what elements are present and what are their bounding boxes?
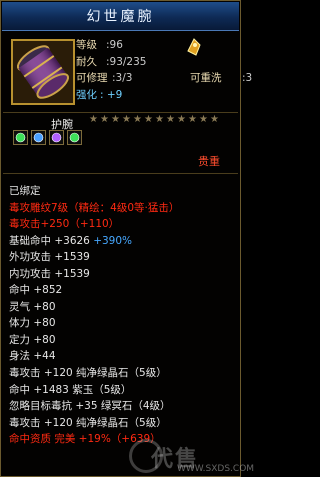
attribute-text: 外功攻击 +1539 (9, 251, 90, 264)
purple-gem-icon (51, 132, 62, 143)
attribute-line: 灵气 +80 (9, 299, 239, 316)
strength-row: 强化: +9 (76, 87, 146, 104)
green-gem-icon (69, 132, 80, 143)
attribute-text: 体力 +80 (9, 317, 56, 330)
attribute-text: 忽略目标毒抗 +35 绿冥石（4级） (9, 400, 171, 413)
attribute-list: 已绑定毒攻雕纹7级（精绘：4级0等·猛击） 毒攻击+250（+110） 基础命中 +… (9, 183, 239, 448)
title-bar: 幻世魔腕 (2, 2, 239, 31)
star-icon: ★ (89, 114, 98, 125)
attribute-line: 命中 +852 (9, 282, 239, 299)
attribute-text: 基础命中 +3626 (9, 234, 90, 247)
watermark-url: WWW.SXDS.COM (177, 464, 255, 474)
attribute-line: 命中 +1483 紫玉（5级） (9, 382, 239, 399)
valuable-badge: 贵重 (198, 155, 220, 168)
star-icon: ★ (144, 114, 153, 125)
star-icon: ★ (199, 114, 208, 125)
green-gem-icon (15, 132, 26, 143)
star-icon: ★ (133, 114, 142, 125)
star-icon: ★ (188, 114, 197, 125)
star-icon: ★ (122, 114, 131, 125)
level-label: 等级 (76, 39, 97, 51)
gem-socket (31, 130, 46, 145)
attribute-line: 内功攻击 +1539 (9, 266, 239, 283)
strength-value: : +9 (100, 88, 123, 101)
level-row: 等级 :96 (76, 37, 146, 54)
attribute-line: 毒攻击 +120 纯净绿晶石（5级） (9, 365, 239, 382)
attribute-line: 定力 +80 (9, 332, 239, 349)
item-tooltip-panel: 幻世魔腕 等级:96 耐久:93/235 可修理:3/3 可重洗:3 强… (0, 0, 254, 477)
repair-value: :3/3 (112, 72, 133, 84)
attribute-text: 内功攻击 +1539 (9, 267, 90, 280)
attribute-text: 身法 +44 (9, 350, 56, 363)
attribute-text: 定力 +80 (9, 333, 56, 346)
attribute-line: 已绑定 (9, 183, 239, 200)
durability-row: 耐久 :93/235 (76, 54, 146, 71)
rewash-value: :3 (242, 72, 253, 84)
attribute-line: 外功攻击 +1539 (9, 249, 239, 266)
star-icon: ★ (177, 114, 186, 125)
item-header: 等级 :96 耐久 :93/235 可修理 :3/3 可重洗 :3 强化: +9 (1, 31, 252, 115)
attribute-line: 身法 +44 (9, 348, 239, 365)
attribute-bonus: +390% (89, 234, 133, 247)
divider (3, 112, 238, 113)
gem-socket (49, 130, 64, 145)
attribute-text: 毒攻击+250（+110） (9, 218, 120, 231)
attribute-line: 毒攻击+250（+110） (9, 216, 239, 233)
star-icon: ★ (210, 114, 219, 125)
bracer-icon (13, 41, 73, 103)
strength-label: 强化 (76, 88, 97, 101)
item-basic-stats: 等级 :96 耐久 :93/235 可修理 :3/3 可重洗 :3 强化: +9 (76, 37, 252, 104)
attribute-text: 毒攻击 +120 纯净绿晶石（5级） (9, 367, 167, 380)
attribute-text: 命中 +1483 紫玉（5级） (9, 383, 132, 396)
rewash-group: 可重洗 :3 (190, 70, 252, 87)
attribute-line: 忽略目标毒抗 +35 绿冥石（4级） (9, 398, 239, 415)
attribute-line: 基础命中 +3626 +390% (9, 233, 239, 250)
bind-status-icon (187, 38, 201, 56)
attribute-line: 毒攻击 +120 纯净绿晶石（5级） (9, 415, 239, 432)
level-value: :96 (106, 39, 123, 51)
attribute-text: 毒攻击 +120 纯净绿晶石（5级） (9, 416, 167, 429)
star-icon: ★ (166, 114, 175, 125)
divider (3, 173, 238, 174)
durability-label: 耐久 (76, 55, 97, 68)
star-icon: ★ (155, 114, 164, 125)
blue-gem-icon (33, 132, 44, 143)
attribute-text: 命中 +852 (9, 284, 63, 297)
rewash-label: 可重洗 (190, 72, 222, 84)
attribute-text: 灵气 +80 (9, 300, 56, 313)
repair-row: 可修理 :3/3 可重洗 :3 (76, 70, 252, 87)
star-rating: ★ ★ ★ ★ ★ ★ ★ ★ ★ ★ ★ ★ (89, 114, 219, 125)
attribute-text: 毒攻雕纹7级（精绘：4级0等·猛击） (9, 201, 180, 214)
durability-value: :93/235 (106, 55, 147, 68)
gem-socket (13, 130, 28, 145)
repair-label: 可修理 (76, 72, 108, 84)
star-icon: ★ (100, 114, 109, 125)
attribute-line: 毒攻雕纹7级（精绘：4级0等·猛击） (9, 200, 239, 217)
attribute-line: 体力 +80 (9, 315, 239, 332)
gem-sockets (13, 130, 82, 145)
attribute-text: 已绑定 (9, 185, 41, 197)
item-title: 幻世魔腕 (86, 9, 155, 25)
gem-socket (67, 130, 82, 145)
attribute-line: 命中资质 完美 +19%（+639） (9, 431, 239, 448)
item-icon-frame (11, 39, 75, 105)
star-icon: ★ (111, 114, 120, 125)
